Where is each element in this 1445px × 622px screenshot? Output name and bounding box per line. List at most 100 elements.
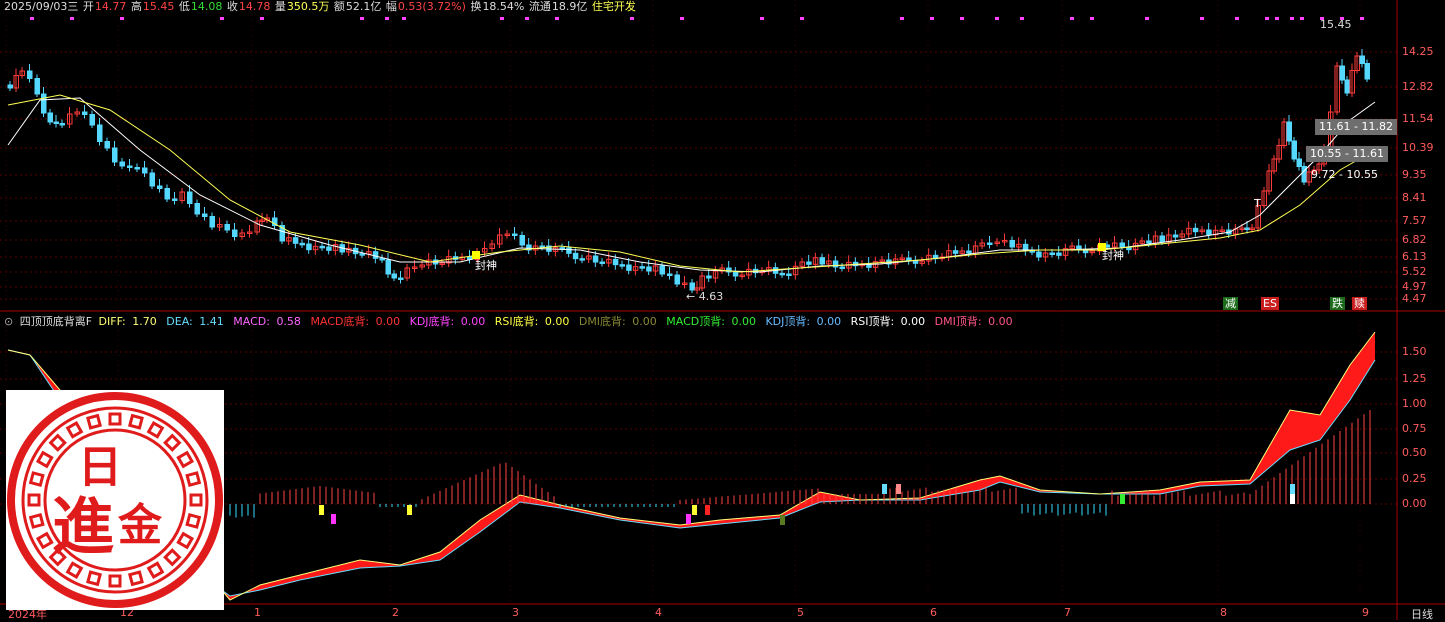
candle-body (359, 253, 365, 256)
price-axis-tick: 14.25 (1402, 45, 1434, 58)
seal-char-1: 日 (78, 442, 122, 493)
seal-pattern-square (35, 450, 54, 469)
candle-body (172, 198, 178, 201)
price-axis-tick: 8.41 (1402, 191, 1427, 204)
candle-body (1339, 65, 1345, 81)
seal-pattern-square (86, 570, 102, 587)
candle-body (1009, 240, 1015, 248)
seal-pattern-square (48, 433, 67, 452)
signal-dot (995, 17, 999, 20)
seal-pattern-square (163, 433, 182, 452)
collapse-icon[interactable]: ⊙ (4, 315, 13, 328)
candle-body (187, 191, 193, 204)
candle-body (519, 235, 525, 246)
divergence-marker (882, 484, 887, 494)
seal-pattern-square (27, 493, 41, 507)
signal-dot (1145, 17, 1149, 20)
signal-dot (680, 17, 684, 20)
moving-averages (7, 94, 1376, 273)
divergence-marker (705, 505, 710, 515)
time-axis-tick: 5 (797, 606, 804, 619)
candle-body (202, 213, 208, 217)
candle-body (119, 161, 125, 167)
candle-body (512, 233, 518, 236)
seal-pattern-square (146, 561, 165, 580)
candle-body (372, 251, 379, 259)
price-axis-tick: 10.39 (1402, 141, 1434, 154)
candle-body (1056, 252, 1062, 256)
candle-body (97, 124, 103, 142)
signal-dot (1235, 17, 1239, 20)
candle-body (1036, 251, 1042, 258)
ma-line-yellow (7, 94, 1376, 273)
candle-body (1344, 79, 1350, 94)
candle-body (232, 229, 238, 237)
seal-logo-graphic: 日 進 金 (7, 392, 223, 608)
seal-pattern-square (185, 513, 202, 529)
candle-body (134, 167, 140, 170)
indicator-name[interactable]: 四顶顶底背离F (20, 315, 92, 328)
candle-body (952, 250, 959, 254)
seal-logo: 日 進 金 (6, 390, 224, 610)
candle-body (89, 114, 95, 126)
candle-body (639, 266, 645, 269)
candle-body (689, 282, 695, 291)
time-axis-tick: 1 (254, 606, 261, 619)
signal-dot (220, 17, 224, 20)
divergence-marker (319, 505, 324, 515)
time-axis-tick: 8 (1220, 606, 1227, 619)
signal-dot (1300, 17, 1304, 20)
dea-label: DEA: 1.41 (166, 315, 224, 328)
badge-last: 赎 (1352, 297, 1367, 310)
candle-body (104, 141, 110, 149)
time-axis-tick: 7 (1064, 606, 1071, 619)
divergence-marker (1290, 494, 1295, 504)
seal-char-2: 進 (52, 490, 114, 563)
signal-dot (360, 17, 364, 20)
candle-body (1172, 234, 1179, 238)
dmi-bottom-label: DMI底背: 0.00 (578, 315, 657, 328)
divergence-marker (686, 514, 691, 524)
signal-dot (30, 17, 34, 20)
price-axis-tick: 12.82 (1402, 80, 1434, 93)
candle-body (1364, 63, 1370, 80)
seal-pattern-square (146, 420, 165, 439)
macd-label: MACD: 0.58 (233, 315, 301, 328)
seal-pattern-square (28, 471, 45, 487)
time-axis-tick: 4 (655, 606, 662, 619)
signal-dot (800, 17, 804, 20)
signal-dot (1070, 17, 1074, 20)
macd-axis-tick: 0.75 (1402, 422, 1427, 435)
seal-pattern-square (128, 413, 144, 430)
candle-body (786, 273, 792, 276)
candle-body (385, 259, 391, 275)
kdj-top-label: KDJ顶背: 0.00 (765, 315, 842, 328)
price-axis-tick: 5.52 (1402, 265, 1427, 278)
candle-body (1049, 252, 1055, 255)
price-axis-tick: 9.35 (1402, 168, 1427, 181)
macd-axis-tick: 1.50 (1402, 345, 1427, 358)
candle-body (142, 167, 148, 174)
macd-axis-tick: 0.00 (1402, 497, 1427, 510)
candle-body (592, 255, 599, 263)
candle-body (224, 224, 230, 231)
candle-body (626, 264, 632, 271)
seal-char-3: 金 (117, 500, 163, 551)
seal-pattern-square (163, 548, 182, 567)
seal-pattern-square (35, 531, 54, 550)
time-axis-tick: 2 (392, 606, 399, 619)
seal-pattern-square (28, 513, 45, 529)
signal-dot (260, 17, 264, 20)
price-axis-tick: 6.82 (1402, 233, 1427, 246)
signal-dot (900, 17, 904, 20)
price-axis-tick: 6.13 (1402, 250, 1427, 263)
signal-dot (1290, 17, 1294, 20)
macd-bottom-label: MACD底背: 0.00 (310, 315, 401, 328)
candle-body (53, 121, 59, 124)
diff-label: DIFF: 1.70 (98, 315, 157, 328)
candle-body (579, 258, 585, 261)
signal-dot (525, 17, 529, 20)
price-axis-tick: 7.57 (1402, 214, 1427, 227)
seal-pattern-square (65, 561, 84, 580)
time-axis-tick: 9 (1362, 606, 1369, 619)
